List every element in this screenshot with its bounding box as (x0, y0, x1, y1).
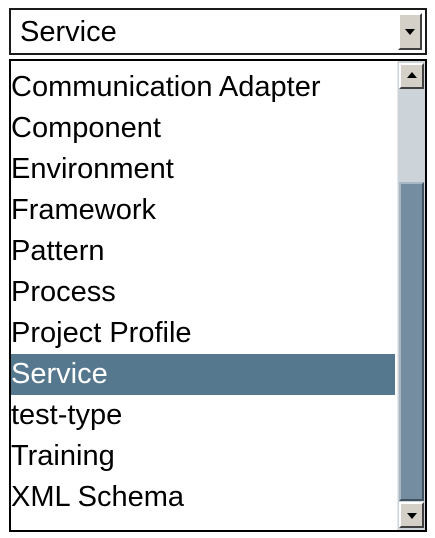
option-training[interactable]: Training (11, 436, 395, 477)
option-label: Process (11, 276, 116, 308)
select-toggle-button[interactable] (398, 13, 422, 50)
arrow-up-icon (407, 72, 417, 78)
select-current-value: Service (20, 16, 117, 48)
option-process[interactable]: Process (11, 272, 395, 313)
option-label: XML Schema (11, 481, 184, 513)
option-framework[interactable]: Framework (11, 190, 395, 231)
option-label: Project Profile (11, 317, 192, 349)
option-label: Environment (11, 153, 174, 185)
option-list: Communication Adapter Component Environm… (11, 67, 395, 518)
option-label: Component (11, 112, 161, 144)
scrollbar-thumb[interactable] (399, 182, 424, 501)
option-label: Service (11, 358, 108, 390)
select-dropdown-list[interactable]: Communication Adapter Component Environm… (9, 59, 427, 532)
scroll-up-button[interactable] (399, 63, 424, 89)
option-label: Pattern (11, 235, 105, 267)
option-project-profile[interactable]: Project Profile (11, 313, 395, 354)
type-select[interactable]: Service (9, 8, 427, 55)
vertical-scrollbar[interactable] (397, 61, 425, 530)
arrow-down-icon (407, 513, 417, 519)
option-environment[interactable]: Environment (11, 149, 395, 190)
option-test-type[interactable]: test-type (11, 395, 395, 436)
option-component[interactable]: Component (11, 108, 395, 149)
option-label: Framework (11, 194, 157, 226)
option-xml-schema[interactable]: XML Schema (11, 477, 395, 518)
option-label: Communication Adapter (11, 71, 321, 103)
option-pattern[interactable]: Pattern (11, 231, 395, 272)
scroll-down-button[interactable] (399, 502, 424, 528)
chevron-down-icon (405, 29, 415, 35)
option-communication-adapter[interactable]: Communication Adapter (11, 67, 395, 108)
option-label: Training (11, 440, 115, 472)
option-service[interactable]: Service (11, 354, 395, 395)
option-label: test-type (11, 399, 123, 431)
